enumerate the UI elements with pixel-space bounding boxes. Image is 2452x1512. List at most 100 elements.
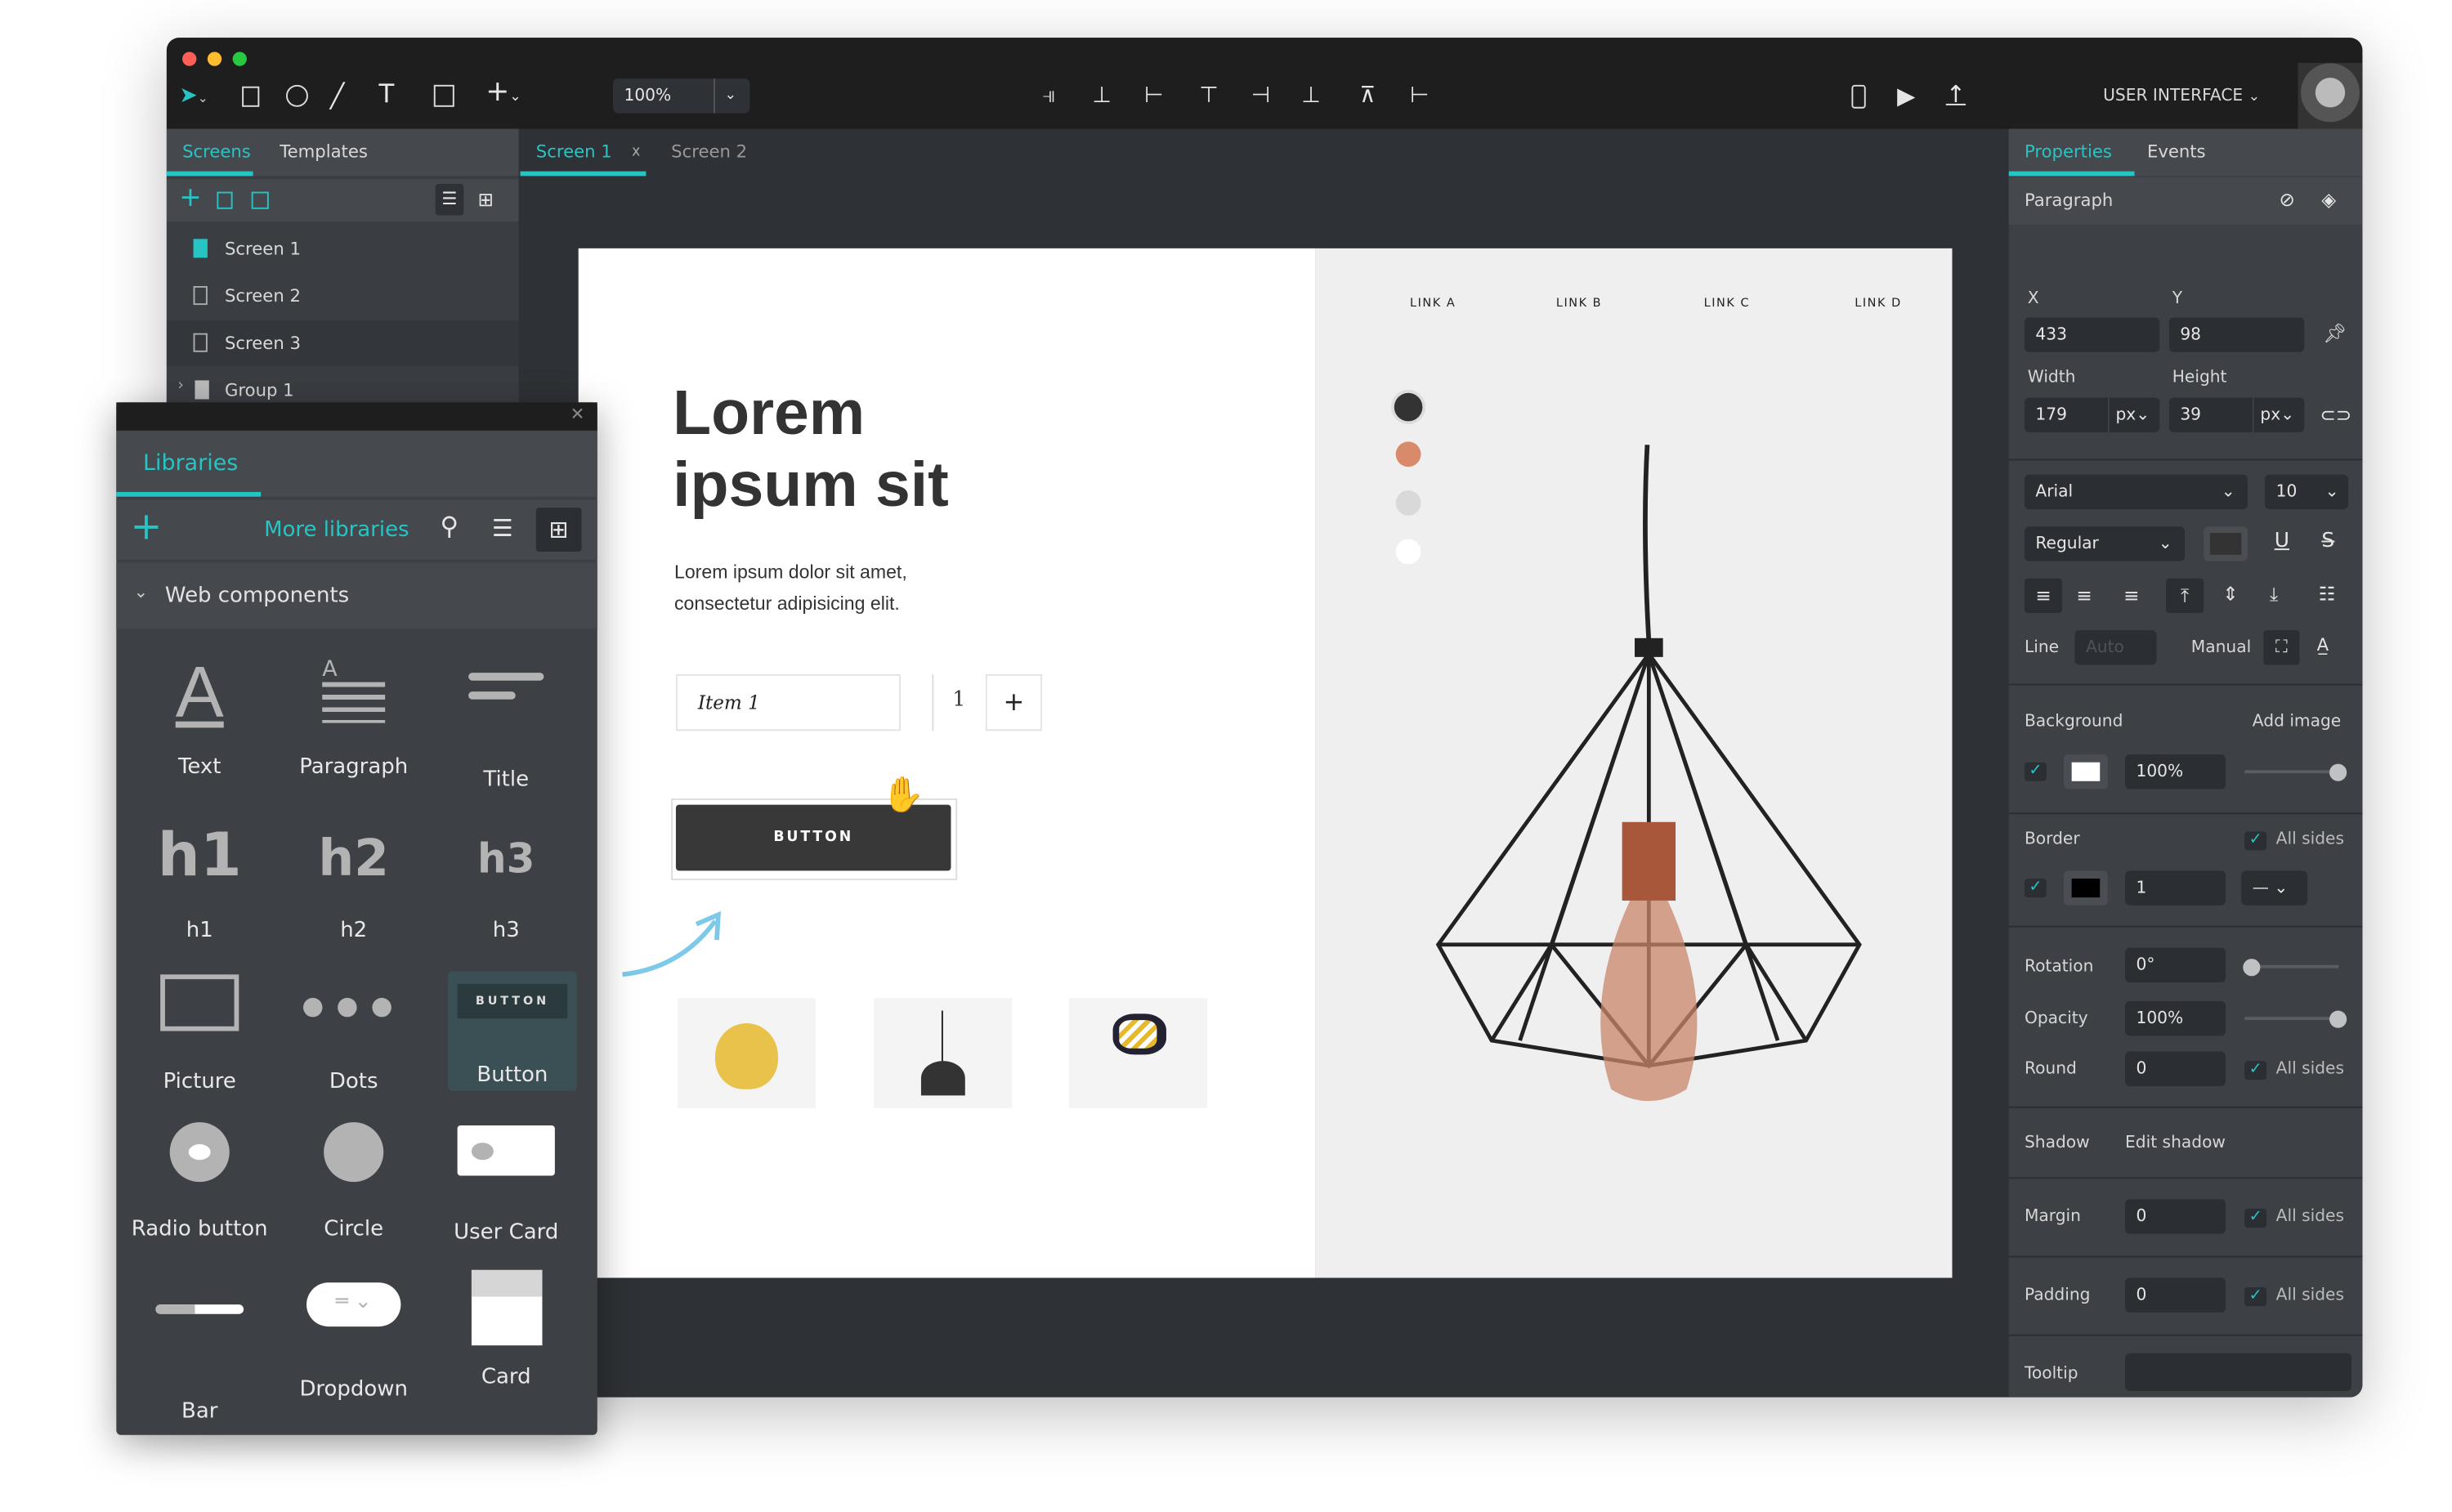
round-input[interactable]: 0: [2125, 1051, 2226, 1086]
text-tool-icon[interactable]: T: [378, 81, 394, 107]
close-window-button[interactable]: [182, 51, 197, 66]
height-input[interactable]: 39 px⌄: [2168, 397, 2305, 432]
font-family-select[interactable]: Arial ⌄: [2024, 474, 2248, 510]
slider-knob[interactable]: [2243, 958, 2261, 976]
font-size-select[interactable]: 10 ⌄: [2265, 474, 2349, 510]
library-item-dropdown[interactable]: ═ ⌄ Dropdown: [278, 1270, 429, 1402]
web-components-section[interactable]: ⌄ Web components: [116, 562, 597, 629]
height-unit-select[interactable]: px⌄: [2252, 397, 2294, 432]
nav-link[interactable]: LINK A: [1410, 296, 1456, 310]
close-icon[interactable]: ✕: [570, 404, 585, 424]
tooltip-input[interactable]: [2125, 1353, 2351, 1391]
align-left-icon[interactable]: ⊢: [1144, 83, 1163, 109]
library-item-dots[interactable]: ●●● Dots: [278, 974, 429, 1094]
valign-top-icon[interactable]: ⤒: [2166, 578, 2204, 614]
hero-title[interactable]: Lorem ipsum sit: [673, 378, 949, 522]
image-tool-icon[interactable]: [433, 84, 454, 107]
align-bottom-icon[interactable]: ⊥: [1301, 83, 1320, 109]
distribute-horizontal-icon[interactable]: ⊢: [1410, 83, 1429, 109]
tab-screens[interactable]: Screens: [182, 141, 251, 162]
align-center-icon[interactable]: ≡: [2076, 583, 2092, 608]
library-item-user-card[interactable]: User Card: [431, 1122, 582, 1245]
background-opacity-slider[interactable]: [2244, 763, 2347, 781]
library-item-text[interactable]: A Text: [124, 655, 275, 780]
rectangle-tool-icon[interactable]: [242, 86, 260, 107]
underline-icon[interactable]: U: [2275, 530, 2289, 555]
tab-screen-2[interactable]: Screen 2: [671, 141, 747, 162]
width-unit-select[interactable]: px⌄: [2107, 397, 2150, 432]
list-icon[interactable]: ☷: [2319, 582, 2336, 607]
quantity-value[interactable]: 1: [952, 688, 965, 712]
border-width-input[interactable]: 1: [2125, 870, 2226, 906]
library-item-paragraph[interactable]: A Paragraph: [278, 657, 429, 780]
text-color-swatch[interactable]: [2204, 526, 2248, 561]
add-tool-icon[interactable]: +⌄: [485, 78, 521, 110]
nav-link[interactable]: LINK B: [1556, 296, 1602, 310]
font-weight-select[interactable]: Regular ⌄: [2024, 526, 2186, 561]
search-icon[interactable]: ⚲: [440, 513, 459, 539]
align-right-icon[interactable]: ≡: [2123, 583, 2139, 608]
slider-knob[interactable]: [2329, 763, 2347, 781]
margin-all-sides-checkbox[interactable]: ✓: [2244, 1208, 2267, 1228]
rotation-input[interactable]: 0°: [2125, 947, 2226, 982]
nav-link[interactable]: LINK C: [1704, 296, 1750, 310]
nav-link[interactable]: LINK D: [1855, 296, 1901, 310]
opacity-slider[interactable]: [2244, 1009, 2347, 1027]
library-item-radio-button[interactable]: Radio button: [124, 1122, 275, 1241]
fixed-size-icon[interactable]: ⛶: [2263, 630, 2300, 665]
grid-view-icon[interactable]: ⊞: [478, 187, 494, 212]
border-color-swatch[interactable]: [2064, 870, 2108, 906]
product-thumbnail-chair[interactable]: [1068, 998, 1207, 1108]
upload-icon[interactable]: ↑: [1946, 82, 1966, 107]
line-tool-icon[interactable]: ╱: [330, 83, 344, 109]
grid-view-icon[interactable]: ⊞: [535, 508, 582, 552]
align-top-icon[interactable]: ⊤: [1199, 83, 1218, 109]
library-item-h1[interactable]: h1 h1: [124, 824, 275, 943]
chevron-right-icon[interactable]: ›: [177, 378, 184, 395]
background-opacity-input[interactable]: 100%: [2125, 754, 2226, 790]
zoom-select[interactable]: 100% ⌄: [613, 78, 750, 114]
tab-screen-1[interactable]: Screen 1: [536, 141, 612, 162]
add-image-link[interactable]: Add image: [2253, 712, 2341, 731]
library-item-circle[interactable]: Circle: [278, 1122, 429, 1241]
play-icon[interactable]: ▶: [1897, 83, 1915, 109]
align-right-icon[interactable]: ⫣: [1042, 83, 1055, 109]
device-preview-icon[interactable]: [1851, 84, 1866, 109]
list-view-icon[interactable]: ☰: [435, 184, 464, 216]
round-all-sides-checkbox[interactable]: ✓: [2244, 1061, 2267, 1080]
library-item-h2[interactable]: h2 h2: [278, 824, 429, 942]
library-item-picture[interactable]: Picture: [124, 974, 275, 1094]
tab-properties[interactable]: Properties: [2025, 141, 2112, 162]
slider-knob[interactable]: [2329, 1009, 2347, 1027]
minimize-window-button[interactable]: [207, 51, 222, 66]
list-view-icon[interactable]: ☰: [492, 516, 513, 541]
valign-middle-icon[interactable]: ⇕: [2222, 582, 2238, 607]
close-tab-icon[interactable]: x: [632, 145, 640, 160]
line-height-input[interactable]: Auto: [2074, 630, 2157, 665]
background-checkbox[interactable]: ✓: [2024, 762, 2047, 781]
rotation-slider[interactable]: [2243, 958, 2339, 976]
border-style-select[interactable]: — ⌄: [2241, 870, 2308, 906]
padding-input[interactable]: 0: [2125, 1277, 2226, 1313]
screen-list-item[interactable]: Screen 2: [166, 273, 519, 320]
product-thumbnail-beanbag[interactable]: [677, 998, 817, 1108]
x-input[interactable]: 433: [2024, 317, 2160, 352]
background-color-swatch[interactable]: [2064, 754, 2108, 790]
border-all-sides-checkbox[interactable]: ✓: [2244, 831, 2267, 851]
layers-icon[interactable]: ◈: [2321, 187, 2336, 212]
width-input[interactable]: 179 px⌄: [2024, 397, 2160, 432]
padding-all-sides-checkbox[interactable]: ✓: [2244, 1287, 2267, 1307]
add-library-icon[interactable]: +: [131, 504, 163, 548]
edit-shadow-link[interactable]: Edit shadow: [2125, 1134, 2226, 1152]
opacity-input[interactable]: 100%: [2125, 1001, 2226, 1036]
library-item-bar[interactable]: Bar: [124, 1270, 275, 1424]
libraries-titlebar[interactable]: ✕: [116, 402, 597, 431]
more-libraries-link[interactable]: More libraries: [264, 517, 409, 543]
distribute-vertical-icon[interactable]: ⊼: [1359, 83, 1376, 109]
screen-list-item[interactable]: Screen 1: [166, 226, 519, 272]
auto-width-icon[interactable]: A̲: [2317, 633, 2329, 659]
tab-libraries[interactable]: Libraries: [143, 451, 238, 476]
pin-icon[interactable]: 📌︎: [2323, 320, 2347, 346]
border-checkbox[interactable]: ✓: [2024, 879, 2047, 898]
library-item-button[interactable]: BUTTON Button: [448, 971, 577, 1091]
